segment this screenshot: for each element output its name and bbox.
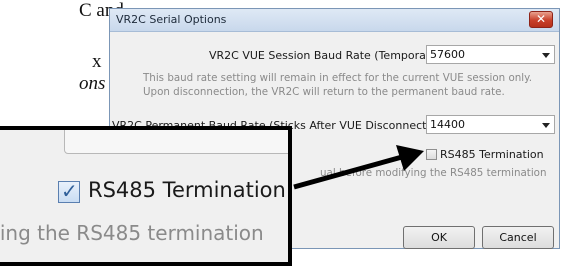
magnified-rs485-checkbox: ✓ [58,179,80,203]
magnified-control-edge [64,130,288,154]
magnified-callout: ✓ RS485 Termination ving the RS485 termi… [0,126,292,266]
checkmark-icon: ✓ [61,179,78,203]
magnified-rs485-note: ving the RS485 termination [0,221,264,245]
magnified-rs485-label: RS485 Termination [88,178,286,202]
